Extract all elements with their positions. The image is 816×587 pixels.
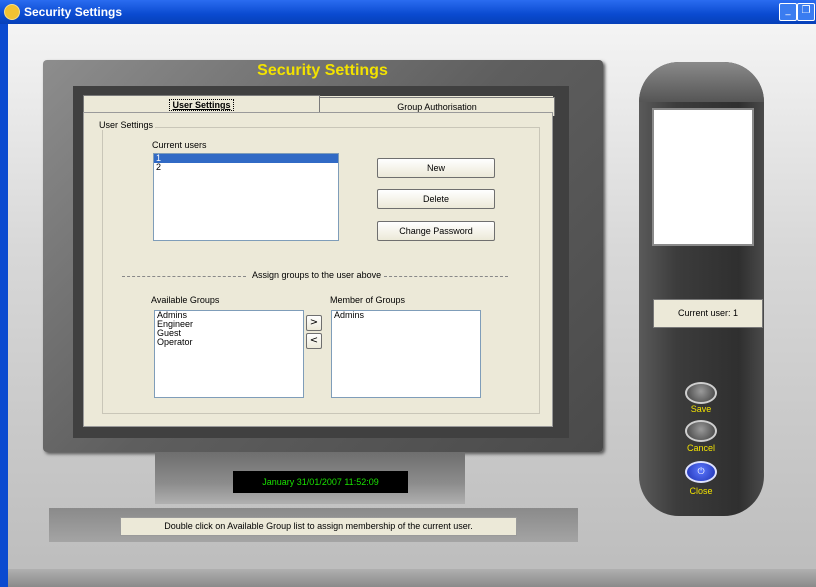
member-of-groups-label: Member of Groups	[330, 295, 406, 305]
current-users-list[interactable]: 1 2	[153, 153, 339, 241]
screen-title: Security Settings	[257, 62, 388, 79]
user-preview-screen	[652, 108, 754, 246]
power-icon: ⏻	[697, 467, 705, 477]
list-item[interactable]: Admins	[332, 311, 480, 320]
side-panel-top	[639, 62, 764, 102]
cancel-button[interactable]	[685, 420, 717, 442]
window-title: Security Settings	[24, 5, 123, 19]
title-bar: Security Settings _ ❐	[0, 0, 816, 24]
divider	[384, 276, 508, 277]
cancel-label: Cancel	[686, 443, 715, 453]
tab-user-settings-label: User Settings	[169, 99, 234, 111]
status-message: Double click on Available Group list to …	[120, 517, 517, 536]
restore-icon: ❐	[801, 5, 811, 16]
minimize-icon: _	[785, 5, 791, 16]
tab-group-authorisation-label: Group Authorisation	[397, 102, 477, 112]
new-button[interactable]: New	[377, 158, 495, 178]
bottom-stripe	[8, 569, 816, 587]
close-label: Close	[689, 486, 713, 496]
remove-group-button[interactable]: <	[306, 333, 322, 349]
list-item[interactable]: Operator	[155, 338, 303, 347]
clock-display: January 31/01/2007 11:52:09	[233, 471, 408, 493]
current-user-badge: Current user: 1	[653, 299, 763, 328]
assign-groups-label: Assign groups to the user above	[252, 270, 382, 280]
add-group-button[interactable]: >	[306, 315, 322, 331]
change-password-button-label: Change Password	[399, 226, 473, 236]
close-button[interactable]: ⏻	[685, 461, 717, 483]
groupbox-label: User Settings	[97, 120, 156, 130]
restore-button[interactable]: ❐	[797, 3, 815, 21]
minimize-button[interactable]: _	[779, 3, 797, 21]
available-groups-label: Available Groups	[151, 295, 220, 305]
change-password-button[interactable]: Change Password	[377, 221, 495, 241]
tab-body: User Settings Current users 1 2 New Dele…	[83, 112, 553, 427]
current-users-label: Current users	[152, 140, 207, 150]
list-item[interactable]: 2	[154, 163, 338, 172]
save-button[interactable]	[685, 382, 717, 404]
new-button-label: New	[426, 163, 445, 173]
available-groups-list[interactable]: Admins Engineer Guest Operator	[154, 310, 304, 398]
delete-button-label: Delete	[422, 194, 449, 204]
save-label: Save	[690, 404, 712, 414]
app-icon	[4, 4, 20, 20]
member-of-groups-list[interactable]: Admins	[331, 310, 481, 398]
settings-panel: User Settings Group Authorisation User S…	[83, 95, 555, 427]
divider	[122, 276, 246, 277]
delete-button[interactable]: Delete	[377, 189, 495, 209]
list-item[interactable]: 1	[154, 154, 338, 163]
window-frame	[0, 24, 8, 587]
